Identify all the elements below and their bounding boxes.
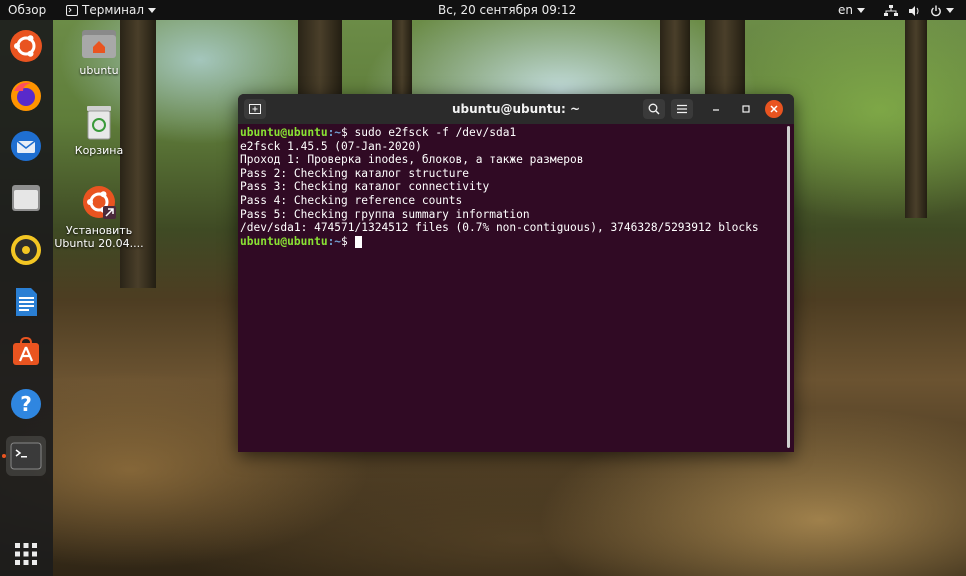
scrollbar[interactable] bbox=[787, 126, 790, 448]
desktop-home-folder[interactable]: ubuntu bbox=[54, 26, 144, 77]
desktop-icon-label: Корзина bbox=[74, 144, 124, 157]
thunderbird-icon bbox=[11, 131, 41, 161]
chevron-down-icon bbox=[857, 8, 865, 13]
desktop-icon-label: Установить Ubuntu 20.04.... bbox=[54, 224, 144, 250]
prompt-symbol: $ bbox=[341, 234, 348, 248]
system-menu[interactable] bbox=[884, 0, 954, 20]
output-line: Pass 2: Checking каталог structure bbox=[240, 166, 470, 180]
writer-icon bbox=[16, 288, 37, 316]
home-folder-icon bbox=[81, 26, 117, 60]
dock-software[interactable] bbox=[6, 332, 46, 372]
new-tab-button[interactable] bbox=[244, 99, 266, 119]
install-ubuntu-icon bbox=[81, 184, 117, 220]
terminal-titlebar[interactable]: ubuntu@ubuntu: ~ bbox=[238, 94, 794, 124]
top-bar: Обзор Терминал Вс, 20 сентября 09:12 en bbox=[0, 0, 966, 20]
output-line: e2fsck 1.45.5 (07-Jan-2020) bbox=[240, 139, 422, 153]
maximize-button[interactable] bbox=[735, 99, 757, 119]
clock[interactable]: Вс, 20 сентября 09:12 bbox=[438, 0, 576, 20]
ubuntu-logo-icon bbox=[10, 30, 42, 62]
dock-firefox[interactable] bbox=[6, 76, 46, 116]
output-line: Pass 5: Checking группа summary informat… bbox=[240, 207, 530, 221]
desktop-install-ubuntu[interactable]: Установить Ubuntu 20.04.... bbox=[54, 184, 144, 250]
chevron-down-icon bbox=[148, 8, 157, 13]
text-cursor bbox=[354, 235, 362, 248]
new-tab-icon bbox=[249, 104, 261, 114]
prompt-path: :~ bbox=[327, 126, 342, 139]
language-label: en bbox=[838, 3, 853, 17]
trash-icon bbox=[84, 104, 114, 140]
terminal-command-line: ubuntu@ubuntu:~$ sudo e2fsck -f /dev/sda… bbox=[240, 126, 780, 140]
dock-files[interactable] bbox=[6, 178, 46, 218]
power-icon bbox=[930, 5, 941, 16]
close-icon bbox=[770, 105, 778, 113]
svg-text:?: ? bbox=[20, 392, 32, 416]
close-button[interactable] bbox=[765, 100, 783, 118]
search-icon bbox=[648, 103, 660, 115]
prompt-user: ubuntu@ubuntu bbox=[240, 234, 328, 248]
help-icon: ? bbox=[11, 389, 41, 419]
minimize-icon bbox=[713, 109, 719, 111]
output-line: Проход 1: Проверка inodes, блоков, а так… bbox=[240, 153, 584, 167]
prompt-user: ubuntu@ubuntu bbox=[240, 126, 328, 139]
search-button[interactable] bbox=[643, 99, 665, 119]
hamburger-menu-icon bbox=[677, 104, 687, 114]
show-applications-icon bbox=[15, 543, 37, 565]
output-line: Pass 4: Checking reference counts bbox=[240, 193, 463, 207]
output-line: /dev/sda1: 474571/1324512 files (0.7% no… bbox=[240, 221, 759, 235]
app-menu[interactable]: Терминал bbox=[66, 0, 157, 20]
app-menu-label: Терминал bbox=[82, 3, 145, 17]
terminal-small-icon bbox=[66, 5, 78, 16]
desktop-trash[interactable]: Корзина bbox=[54, 104, 144, 157]
minimize-button[interactable] bbox=[705, 99, 727, 119]
language-indicator[interactable]: en bbox=[838, 0, 865, 20]
prompt-path: :~ bbox=[327, 234, 342, 248]
terminal-output[interactable]: ubuntu@ubuntu:~$ sudo e2fsck -f /dev/sda… bbox=[240, 126, 780, 446]
command-text: sudo e2fsck -f /dev/sda1 bbox=[347, 126, 517, 139]
terminal-prompt-line[interactable]: ubuntu@ubuntu:~$ bbox=[240, 235, 780, 249]
rhythmbox-icon bbox=[11, 235, 41, 265]
dock-writer[interactable] bbox=[6, 282, 46, 322]
menu-button[interactable] bbox=[671, 99, 693, 119]
chevron-down-icon bbox=[945, 8, 954, 13]
dock-rhythmbox[interactable] bbox=[6, 230, 46, 270]
dock-thunderbird[interactable] bbox=[6, 126, 46, 166]
volume-icon bbox=[908, 5, 919, 16]
network-icon bbox=[884, 4, 898, 16]
dock: ? bbox=[0, 20, 53, 576]
activities-button[interactable]: Обзор bbox=[8, 0, 46, 20]
tree-trunk bbox=[905, 18, 927, 218]
files-icon bbox=[12, 185, 40, 211]
dock-ubuntu[interactable] bbox=[6, 26, 46, 66]
software-icon bbox=[13, 336, 39, 365]
terminal-icon bbox=[10, 442, 42, 470]
dock-terminal[interactable] bbox=[6, 436, 46, 476]
prompt-symbol: $ bbox=[341, 126, 348, 139]
firefox-icon bbox=[11, 81, 41, 111]
show-applications-button[interactable] bbox=[6, 534, 46, 574]
dock-help[interactable]: ? bbox=[6, 384, 46, 424]
output-line: Pass 3: Checking каталог connectivity bbox=[240, 180, 490, 194]
maximize-icon bbox=[742, 105, 750, 113]
terminal-window[interactable]: ubuntu@ubuntu: ~ ubuntu@ubuntu:~$ sudo e… bbox=[238, 94, 794, 452]
desktop-icon-label: ubuntu bbox=[79, 64, 119, 77]
